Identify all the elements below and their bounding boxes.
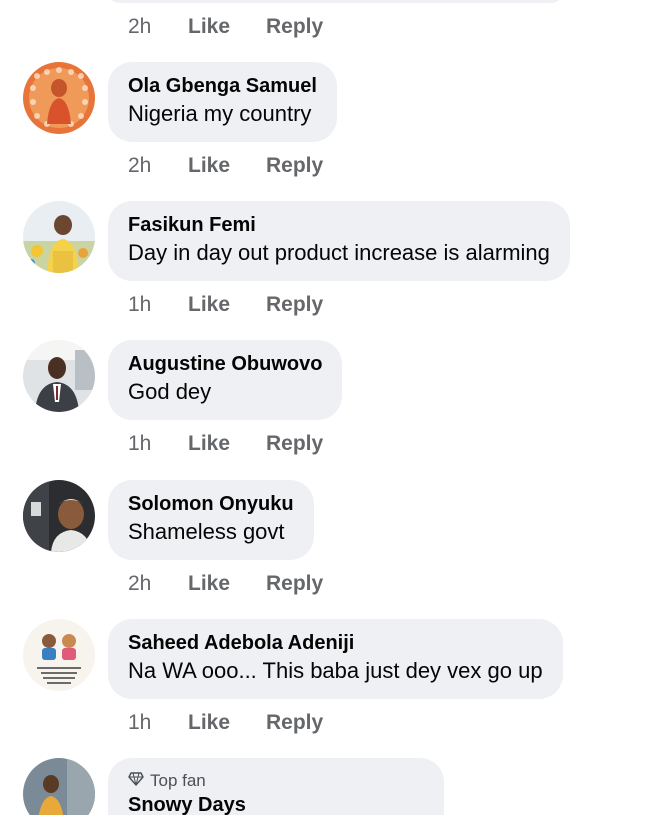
reply-button[interactable]: Reply	[266, 431, 323, 457]
reply-button[interactable]: Reply	[266, 292, 323, 318]
previous-comment-bubble	[108, 0, 563, 3]
comment-time: 2h	[128, 15, 152, 38]
comment-time: 1h	[128, 711, 152, 734]
diamond-icon	[128, 770, 144, 792]
comment-bubble[interactable]: Fasikun Femi Day in day out product incr…	[108, 201, 570, 281]
like-button[interactable]: Like	[188, 153, 266, 179]
comment-time: 2h	[128, 572, 152, 595]
like-button[interactable]: Like	[188, 571, 266, 597]
cartoon-quote-avatar[interactable]	[23, 619, 95, 691]
comment-bubble[interactable]: Saheed Adebola Adeniji Na WA ooo... This…	[108, 619, 563, 699]
comment-text: Nigeria my country	[128, 101, 312, 126]
comment-bubble[interactable]: Augustine Obuwovo God dey	[108, 340, 343, 420]
comment-actions: 1h Like Reply	[128, 431, 323, 457]
outdoor-person-avatar[interactable]	[23, 201, 95, 273]
comment-actions: 2h Like Reply	[128, 571, 323, 597]
comment-text: Na WA ooo... This baba just dey vex go u…	[128, 658, 543, 683]
comment-bubble[interactable]: Top fan Snowy Days	[108, 758, 444, 815]
comment-text: Shameless govt	[128, 519, 285, 544]
commenter-name[interactable]: Snowy Days	[128, 792, 424, 815]
like-button[interactable]: Like	[188, 431, 266, 457]
comment-bubble[interactable]: Ola Gbenga Samuel Nigeria my country	[108, 62, 337, 142]
reply-button[interactable]: Reply	[266, 710, 323, 736]
like-button[interactable]: Like	[188, 710, 266, 736]
top-fan-label: Top fan	[150, 771, 206, 790]
reply-button[interactable]: Reply	[266, 571, 323, 597]
reply-button[interactable]: Reply	[266, 14, 323, 40]
comment-text: God dey	[128, 379, 212, 404]
man-portrait-avatar[interactable]	[23, 480, 95, 552]
comment-actions: 1h Like Reply	[128, 292, 323, 318]
previous-comment-actions: 2h Like Reply	[128, 14, 323, 40]
commenter-name[interactable]: Saheed Adebola Adeniji	[128, 630, 543, 656]
comment-bubble[interactable]: Solomon Onyuku Shameless govt	[108, 480, 314, 560]
top-fan-badge: Top fan	[128, 770, 424, 792]
orange-figure-avatar[interactable]	[23, 62, 95, 134]
comment-time: 2h	[128, 154, 152, 177]
comments-feed: 2h Like Reply Ola Gbenga Samuel Nigeria …	[0, 0, 657, 815]
like-button[interactable]: Like	[188, 14, 266, 40]
commenter-name[interactable]: Solomon Onyuku	[128, 491, 294, 517]
person-avatar[interactable]	[23, 758, 95, 815]
comment-time: 1h	[128, 432, 152, 455]
comment-time: 1h	[128, 293, 152, 316]
comment-text: Day in day out product increase is alarm…	[128, 240, 550, 265]
reply-button[interactable]: Reply	[266, 153, 323, 179]
like-button[interactable]: Like	[188, 292, 266, 318]
comment-actions: 1h Like Reply	[128, 710, 323, 736]
man-in-suit-avatar[interactable]	[23, 340, 95, 412]
comment-actions: 2h Like Reply	[128, 153, 323, 179]
commenter-name[interactable]: Augustine Obuwovo	[128, 351, 322, 377]
commenter-name[interactable]: Fasikun Femi	[128, 212, 550, 238]
commenter-name[interactable]: Ola Gbenga Samuel	[128, 73, 317, 99]
